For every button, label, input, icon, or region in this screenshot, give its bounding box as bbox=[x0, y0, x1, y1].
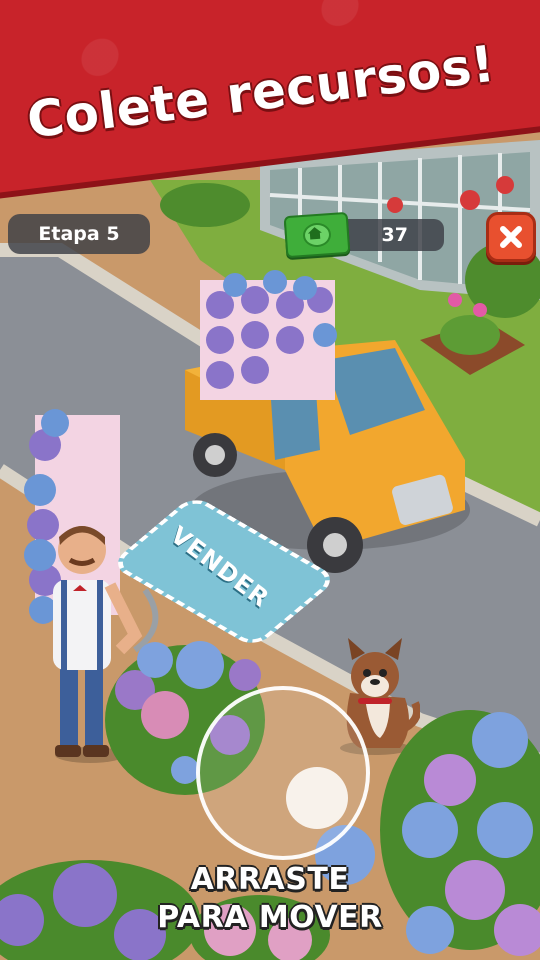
stage-label: Etapa 5 bbox=[38, 223, 120, 245]
instruction-line-1: ARRASTE bbox=[190, 862, 350, 897]
instruction-line-2: PARA MOVER bbox=[157, 900, 383, 935]
stage-indicator: Etapa 5 bbox=[8, 214, 150, 254]
joystick-knob[interactable] bbox=[286, 767, 348, 829]
joystick-ring[interactable] bbox=[196, 686, 370, 860]
cash-bill-icon bbox=[283, 211, 351, 259]
close-button[interactable] bbox=[486, 212, 536, 262]
close-icon bbox=[500, 226, 522, 248]
coin-count: 37 bbox=[381, 224, 408, 246]
